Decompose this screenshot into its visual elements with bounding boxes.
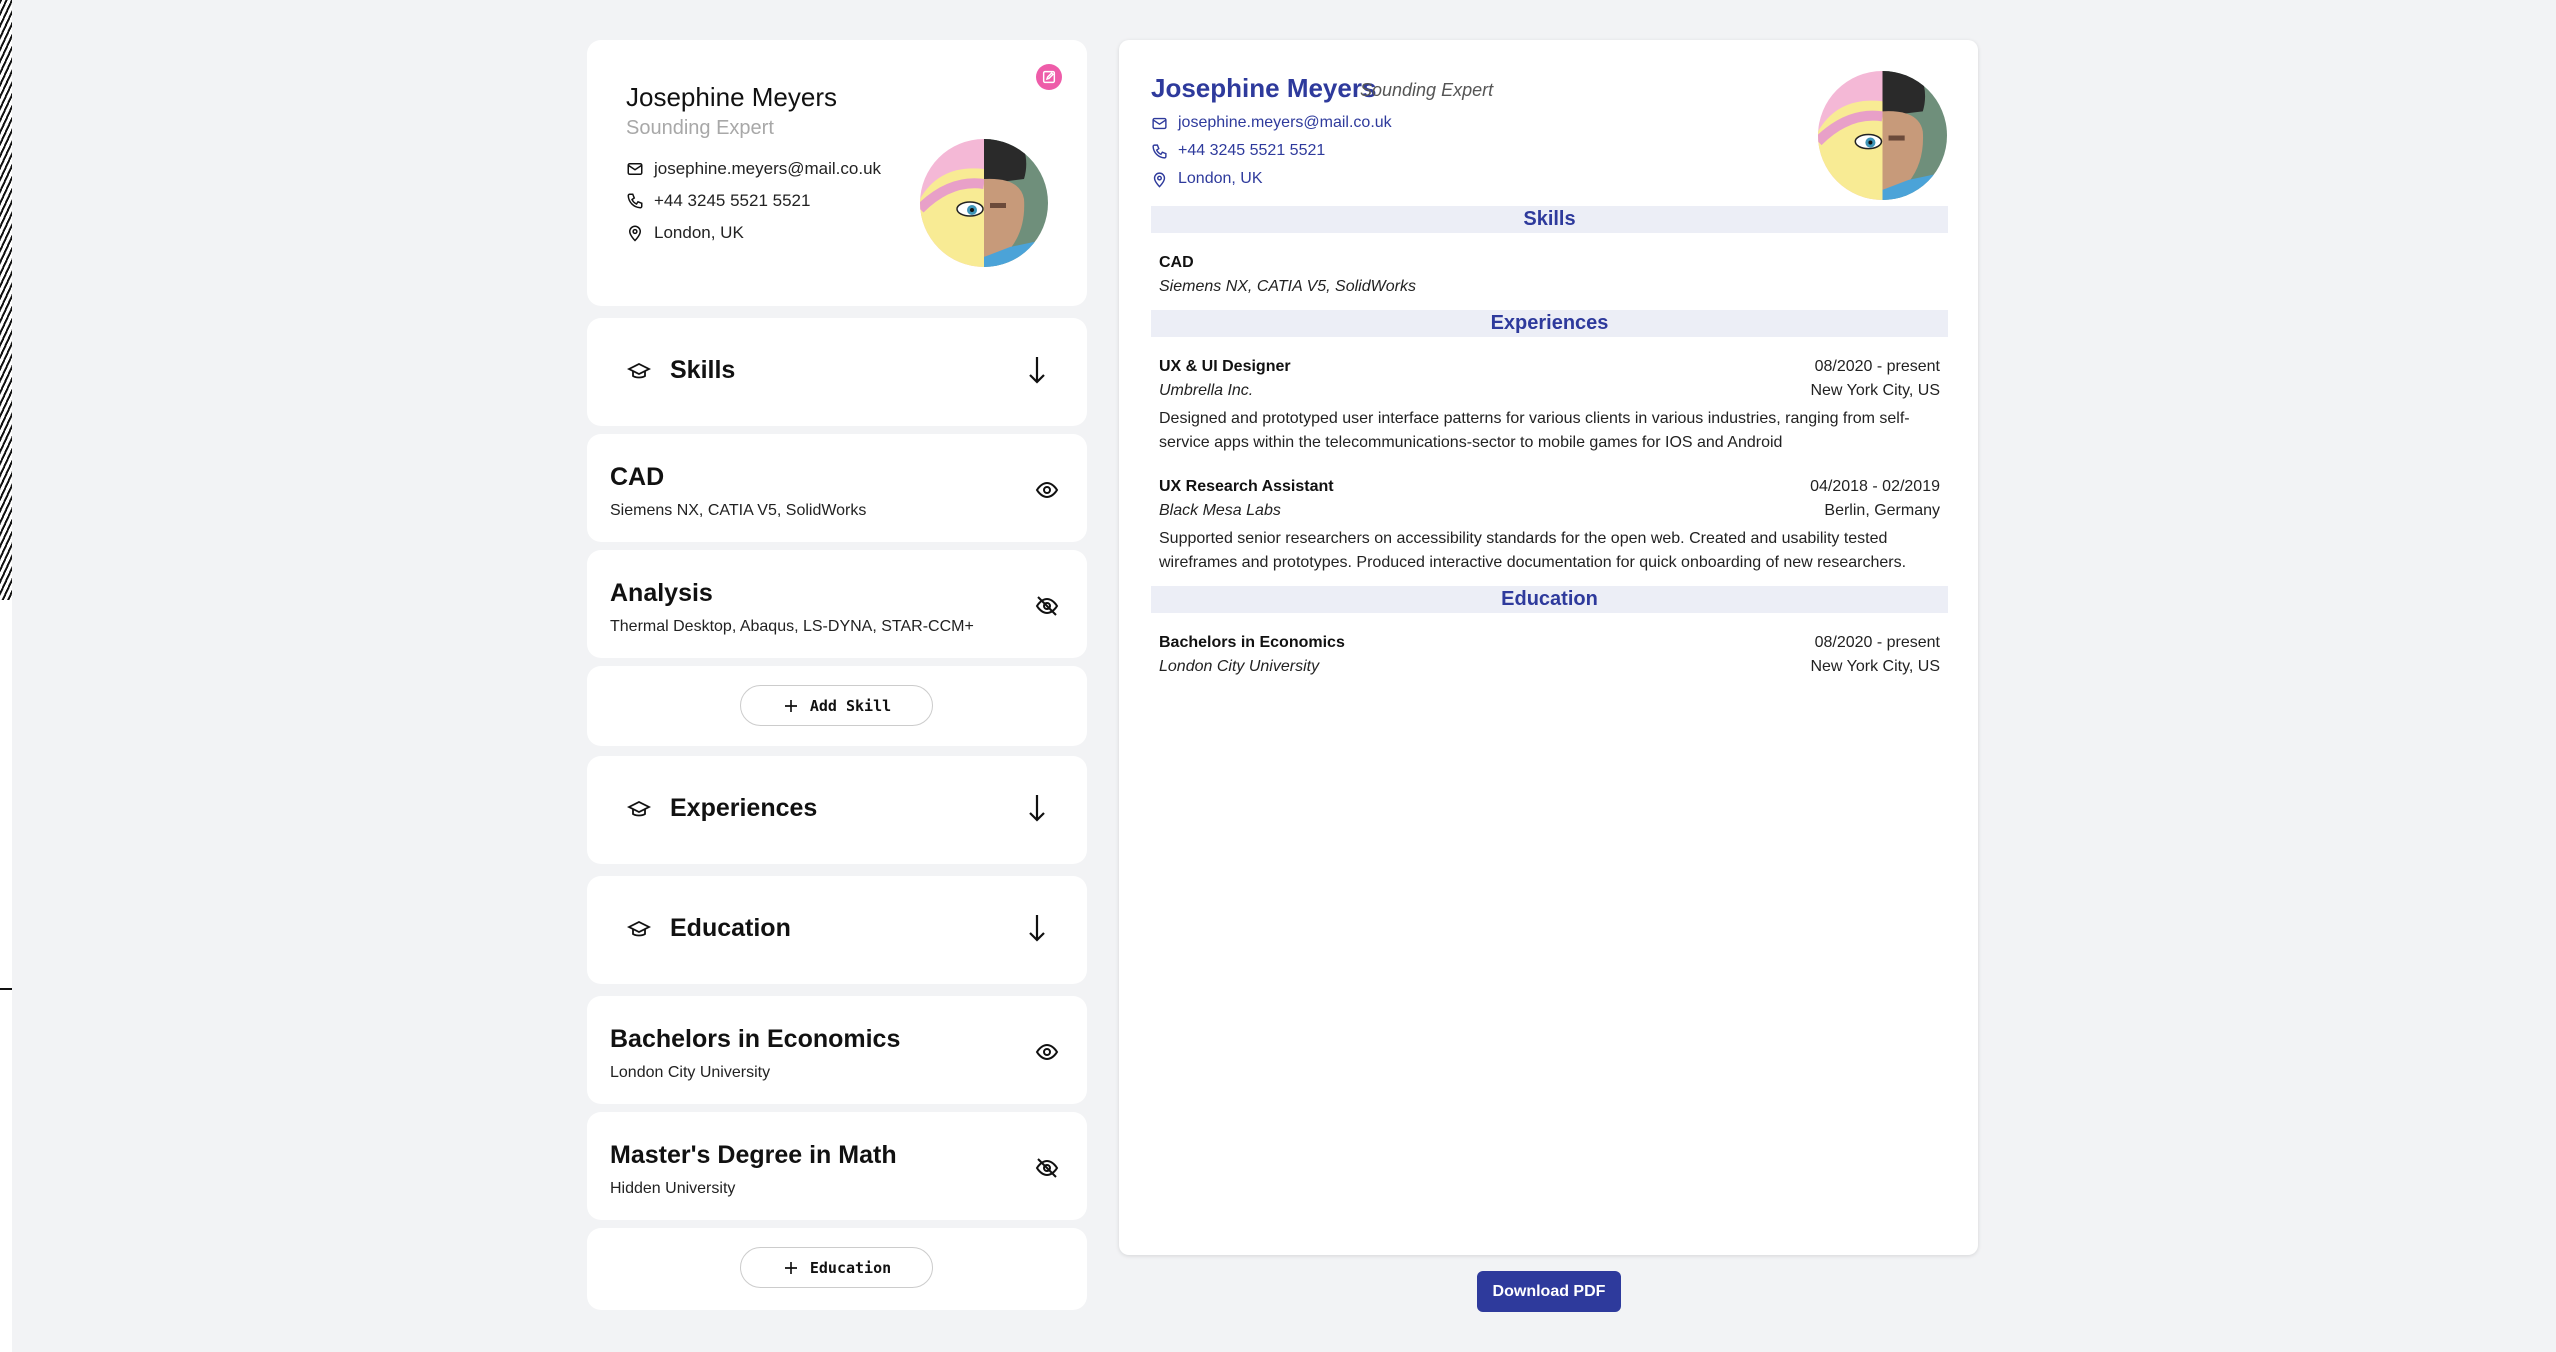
- download-pdf-button[interactable]: Download PDF: [1477, 1271, 1621, 1312]
- add-skill-label: Add Skill: [809, 696, 892, 715]
- divider: [0, 988, 12, 990]
- preview-experience-dates: 04/2018 - 02/2019: [1810, 478, 1940, 495]
- map-pin-icon: [628, 225, 642, 242]
- mail-icon: [627, 163, 643, 175]
- preview-education-dates: 08/2020 - present: [1814, 634, 1940, 651]
- add-skill-row: Add Skill: [587, 666, 1087, 746]
- preview-location-text: London, UK: [1178, 170, 1263, 187]
- graduation-cap-icon: [627, 362, 651, 379]
- preview-experience-description: Designed and prototyped user interface p…: [1159, 410, 1910, 451]
- add-skill-button[interactable]: Add Skill: [740, 685, 933, 726]
- profile-email: josephine.meyers@mail.co.uk: [626, 159, 881, 179]
- preview-email: josephine.meyers@mail.co.uk: [1151, 114, 1392, 132]
- preview-experience-company: Black Mesa Labs: [1159, 502, 1281, 519]
- preview-experiences-heading: Experiences: [1151, 310, 1948, 337]
- profile-location: London, UK: [626, 223, 744, 243]
- edit-icon: [1042, 70, 1056, 84]
- preview-education-school: London City University: [1159, 658, 1320, 675]
- preview-skills-heading: Skills: [1151, 206, 1948, 233]
- arrow-down-icon[interactable]: [1025, 792, 1049, 824]
- plus-icon: [784, 699, 797, 712]
- education-subtitle: Hidden University: [610, 1180, 736, 1197]
- phone-icon: [1152, 143, 1167, 159]
- add-education-button[interactable]: Education: [740, 1247, 933, 1288]
- preview-email-text: josephine.meyers@mail.co.uk: [1178, 114, 1392, 131]
- preview-phone: +44 3245 5521 5521: [1151, 142, 1325, 160]
- preview-experience-role: UX Research Assistant: [1159, 478, 1334, 495]
- edit-profile-button[interactable]: [1036, 64, 1062, 90]
- skill-title: CAD: [610, 463, 665, 491]
- add-education-label: Education: [809, 1258, 892, 1277]
- preview-avatar: [1818, 71, 1947, 200]
- preview-experience-description: Supported senior researchers on accessib…: [1159, 530, 1907, 571]
- skill-item[interactable]: CAD Siemens NX, CATIA V5, SolidWorks: [587, 434, 1087, 542]
- preview-experience-location: Berlin, Germany: [1824, 502, 1940, 519]
- preview-experience-role: UX & UI Designer: [1159, 358, 1291, 375]
- education-subtitle: London City University: [610, 1064, 771, 1081]
- eye-icon[interactable]: [1035, 1040, 1059, 1064]
- education-title: Master's Degree in Math: [610, 1141, 897, 1169]
- preview-education-heading: Education: [1151, 586, 1948, 613]
- skill-item[interactable]: Analysis Thermal Desktop, Abaqus, LS-DYN…: [587, 550, 1087, 658]
- preview-phone-text: +44 3245 5521 5521: [1178, 142, 1326, 159]
- preview-education-degree: Bachelors in Economics: [1159, 634, 1345, 651]
- preview-experience-location: New York City, US: [1810, 382, 1940, 399]
- avatar: [920, 139, 1048, 267]
- profile-location-text: London, UK: [654, 223, 744, 242]
- experiences-section-header[interactable]: Experiences: [587, 756, 1087, 864]
- arrow-down-icon[interactable]: [1025, 354, 1049, 386]
- map-pin-icon: [1153, 171, 1166, 188]
- profile-name: Josephine Meyers: [626, 82, 837, 112]
- education-title: Bachelors in Economics: [610, 1025, 901, 1053]
- skills-section-header[interactable]: Skills: [587, 318, 1087, 426]
- avatar-image: [1818, 71, 1947, 200]
- graduation-cap-icon: [627, 920, 651, 937]
- avatar-image: [920, 139, 1048, 267]
- eye-off-icon[interactable]: [1035, 594, 1059, 618]
- education-section-header[interactable]: Education: [587, 876, 1087, 984]
- profile-phone-text: +44 3245 5521 5521: [654, 191, 811, 210]
- experiences-section-title: Experiences: [670, 794, 818, 822]
- education-section-title: Education: [670, 914, 791, 942]
- eye-icon[interactable]: [1035, 478, 1059, 502]
- preview-education-location: New York City, US: [1810, 658, 1940, 675]
- profile-card: Josephine Meyers Sounding Expert josephi…: [587, 40, 1087, 306]
- profile-email-text: josephine.meyers@mail.co.uk: [654, 159, 882, 178]
- preview-experience-company: Umbrella Inc.: [1159, 382, 1254, 399]
- preview-skill-tools: Siemens NX, CATIA V5, SolidWorks: [1159, 278, 1416, 295]
- preview-experience-dates: 08/2020 - present: [1814, 358, 1940, 375]
- mail-icon: [1152, 117, 1167, 129]
- profile-phone: +44 3245 5521 5521: [626, 191, 810, 211]
- profile-title: Sounding Expert: [626, 117, 774, 139]
- plus-icon: [784, 1261, 797, 1274]
- add-education-row: Education: [587, 1228, 1087, 1310]
- skill-subtitle: Thermal Desktop, Abaqus, LS-DYNA, STAR-C…: [610, 618, 974, 635]
- graduation-cap-icon: [627, 800, 651, 817]
- preview-location: London, UK: [1151, 170, 1263, 188]
- phone-icon: [627, 193, 643, 209]
- skills-section-title: Skills: [670, 356, 736, 384]
- preview-skill-name: CAD: [1159, 254, 1194, 271]
- education-item[interactable]: Master's Degree in Math Hidden Universit…: [587, 1112, 1087, 1220]
- cv-preview: Josephine Meyers Sounding Expert josephi…: [1119, 40, 1978, 1255]
- arrow-down-icon[interactable]: [1025, 912, 1049, 944]
- education-item[interactable]: Bachelors in Economics London City Unive…: [587, 996, 1087, 1104]
- hatch-pattern: [0, 0, 12, 600]
- skill-title: Analysis: [610, 579, 713, 607]
- background-artifact: [0, 0, 12, 1352]
- preview-name: Josephine Meyers: [1151, 73, 1377, 103]
- preview-title: Sounding Expert: [1360, 80, 1494, 100]
- skill-subtitle: Siemens NX, CATIA V5, SolidWorks: [610, 502, 867, 519]
- eye-off-icon[interactable]: [1035, 1156, 1059, 1180]
